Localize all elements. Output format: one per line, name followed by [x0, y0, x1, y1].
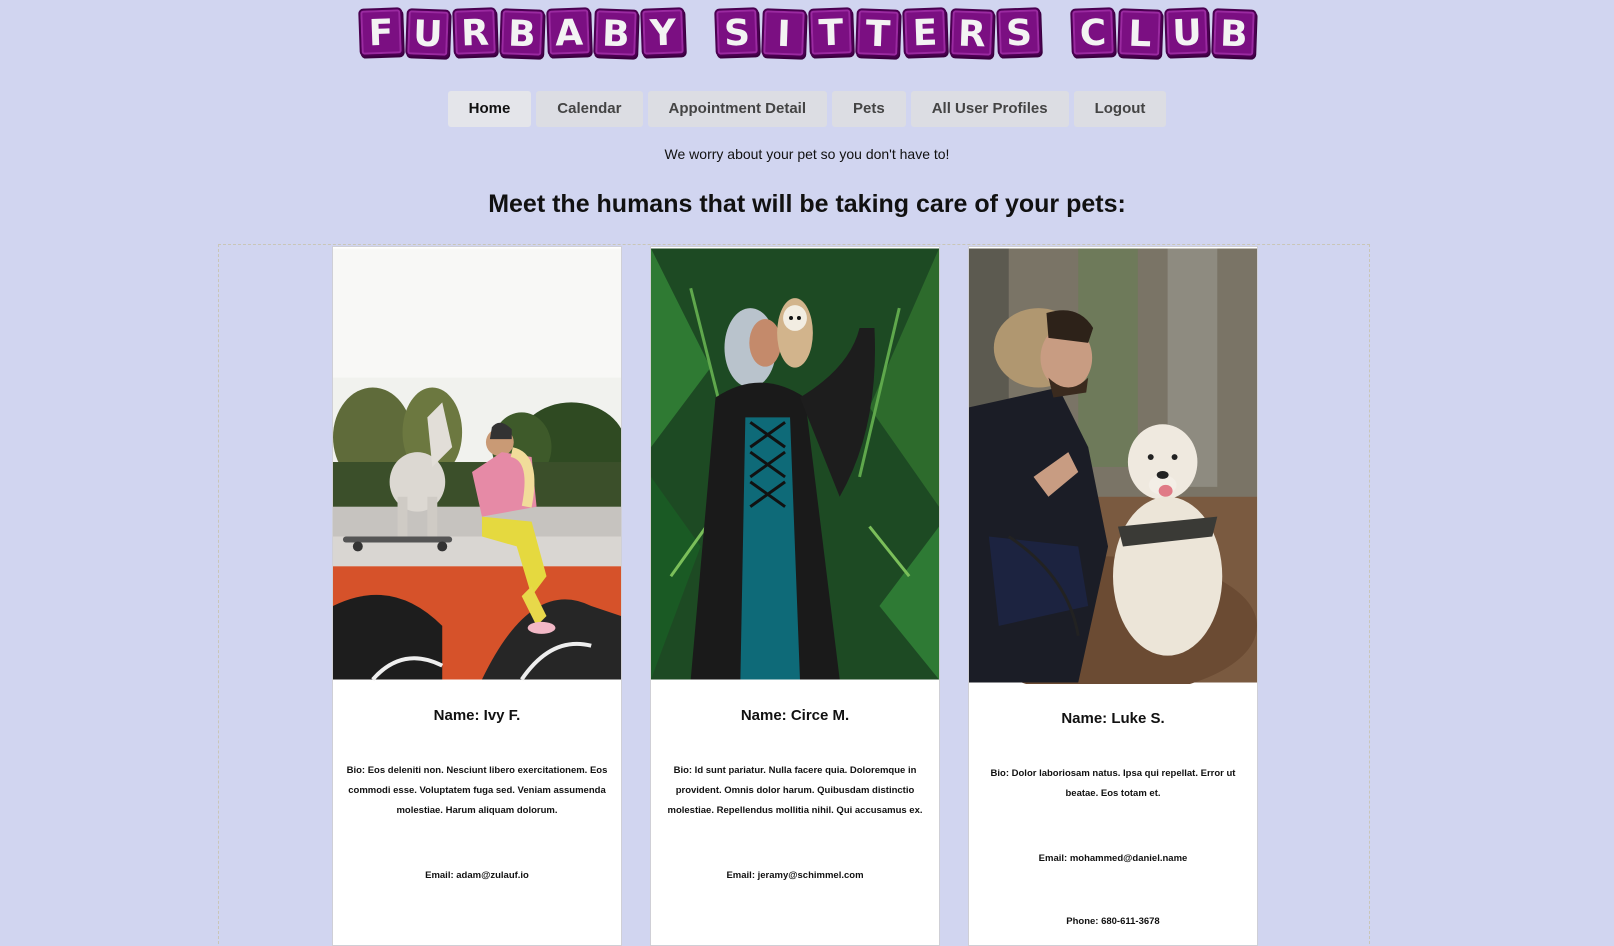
sitter-email: Email: mohammed@daniel.name [1038, 853, 1188, 864]
nav-appointment-detail[interactable]: Appointment Detail [647, 91, 827, 127]
logo-tile: S [995, 7, 1042, 57]
logo-tile: U [1163, 7, 1210, 57]
tagline: We worry about your pet so you don't hav… [664, 146, 950, 162]
nav-calendar[interactable]: Calendar [536, 91, 643, 127]
sitter-name: Name: Ivy F. [433, 707, 521, 724]
logo-tile: E [901, 7, 948, 57]
logo-tile: R [948, 8, 995, 58]
logo-tile: R [451, 7, 498, 57]
logo-tile: C [1069, 7, 1116, 57]
sitter-photo [969, 248, 1257, 684]
logo-tile: S [713, 7, 760, 57]
logo-tile: A [545, 7, 592, 57]
sitter-bio: Bio: Dolor laboriosam natus. Ipsa qui re… [990, 768, 1236, 799]
sitter-photo [333, 248, 621, 681]
sitter-card: Name: Ivy F. Bio: Eos deleniti non. Nesc… [332, 246, 622, 946]
logo-tile: B [498, 8, 545, 58]
site-logo: F U R B A B Y S I T T E R S C L U B [0, 7, 1614, 58]
logo-tile: T [807, 7, 854, 57]
nav-home[interactable]: Home [447, 91, 532, 127]
sitter-bio: Bio: Eos deleniti non. Nesciunt libero e… [346, 765, 608, 816]
sitter-name: Name: Luke S. [1061, 710, 1165, 727]
logo-spacer [1041, 8, 1071, 56]
sitter-bio: Bio: Id sunt pariatur. Nulla facere quia… [667, 765, 923, 816]
sitter-card: Name: Luke S. Bio: Dolor laboriosam natu… [968, 246, 1258, 946]
logo-tile: F [357, 7, 404, 57]
logo-tile: L [1116, 8, 1163, 58]
logo-tile: Y [639, 7, 686, 57]
nav-logout[interactable]: Logout [1073, 91, 1167, 127]
sitter-phone: Phone: 680-611-3678 [1066, 916, 1160, 927]
logo-tile: B [1210, 8, 1257, 58]
logo-tile: I [760, 8, 807, 58]
sitter-card: Name: Circe M. Bio: Id sunt pariatur. Nu… [650, 246, 940, 946]
logo-spacer [685, 8, 715, 56]
logo-word-sitters: S I T T E R S [713, 7, 1042, 58]
nav-pets[interactable]: Pets [832, 91, 906, 127]
sitter-email: Email: adam@zulauf.io [425, 870, 529, 881]
sitter-email: Email: jeramy@schimmel.com [726, 870, 864, 881]
sitter-photo [651, 248, 939, 680]
main-nav: Home Calendar Appointment Detail Pets Al… [0, 91, 1614, 127]
logo-tile: T [854, 8, 901, 58]
sitter-name: Name: Circe M. [740, 707, 850, 724]
logo-word-furbaby: F U R B A B Y [357, 7, 686, 58]
page-heading: Meet the humans that will be taking care… [488, 190, 1126, 218]
logo-tile: U [404, 8, 451, 58]
logo-word-club: C L U B [1069, 7, 1257, 58]
logo-tile: B [592, 8, 639, 58]
nav-all-user-profiles[interactable]: All User Profiles [910, 91, 1069, 127]
